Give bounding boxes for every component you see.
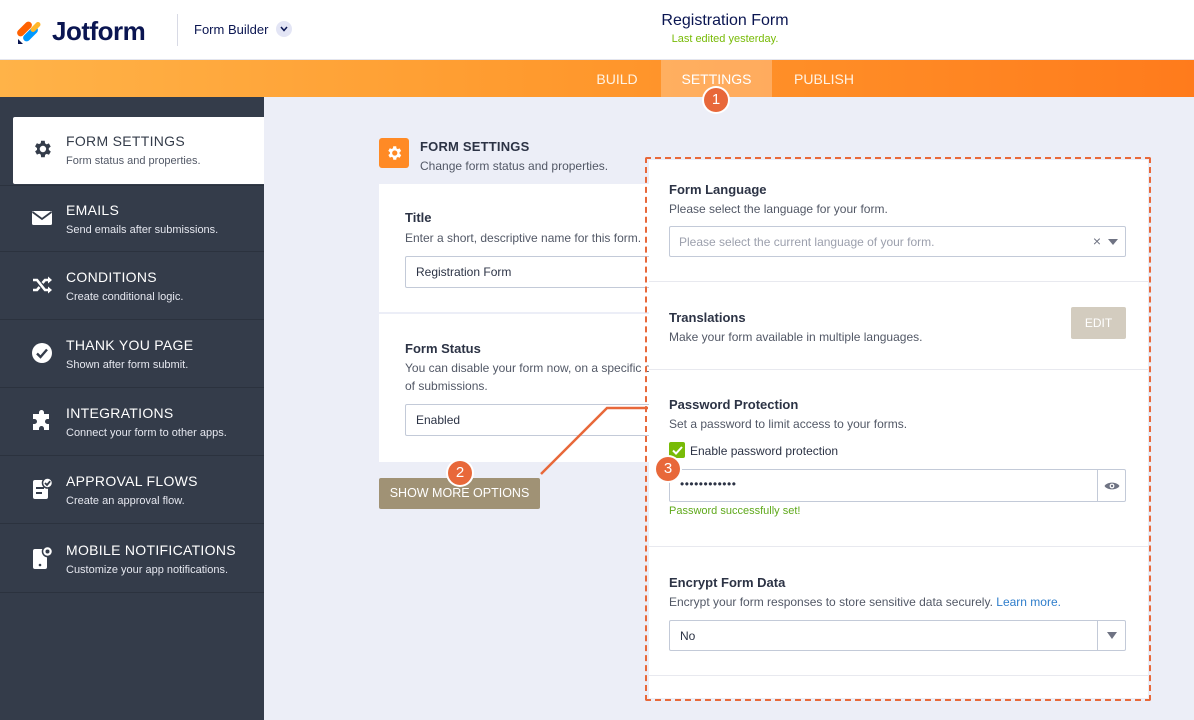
sidebar-item-desc: Shown after form submit. <box>66 359 189 371</box>
title-card: Title Enter a short, descriptive name fo… <box>379 184 669 312</box>
learn-more-link[interactable]: Learn more. <box>996 595 1061 609</box>
callout-badge-3: 3 <box>656 457 680 481</box>
caret-down-icon <box>1097 621 1125 650</box>
form-status-label: Form Status <box>405 341 481 356</box>
sidebar-item-desc: Connect your form to other apps. <box>66 427 227 439</box>
encrypt-form-data-label: Encrypt Form Data <box>669 575 786 590</box>
puzzle-icon <box>30 409 54 433</box>
form-status-description-line1: You can disable your form now, on a spec… <box>405 361 652 375</box>
sidebar-item-emails[interactable]: EMAILS Send emails after submissions. <box>0 185 264 252</box>
settings-sidebar: FORM SETTINGS Form status and properties… <box>0 97 264 720</box>
sidebar-item-title: FORM SETTINGS <box>66 133 186 149</box>
callout-badge-1: 1 <box>704 88 728 112</box>
password-input[interactable]: •••••••••••• <box>669 469 1126 502</box>
form-status-select[interactable]: Enabled <box>405 404 669 436</box>
form-language-section: Form Language Please select the language… <box>649 160 1148 282</box>
form-language-description: Please select the language for your form… <box>669 202 888 216</box>
sidebar-item-desc: Create an approval flow. <box>66 495 185 507</box>
approval-icon <box>30 477 54 501</box>
form-status-description-line2: of submissions. <box>405 379 488 393</box>
divider <box>649 369 1148 370</box>
main-tab-bar: BUILD SETTINGS PUBLISH <box>0 60 1194 97</box>
divider <box>649 546 1148 547</box>
shuffle-icon <box>30 273 54 297</box>
sidebar-item-title: MOBILE NOTIFICATIONS <box>66 542 236 558</box>
sidebar-item-title: INTEGRATIONS <box>66 405 174 421</box>
password-protection-description: Set a password to limit access to your f… <box>669 417 908 431</box>
sidebar-item-approval-flows[interactable]: APPROVAL FLOWS Create an approval flow. <box>0 457 264 524</box>
form-title: Registration Form <box>661 12 789 29</box>
language-placeholder: Please select the current language of yo… <box>679 235 935 249</box>
tab-build[interactable]: BUILD <box>575 60 659 97</box>
sidebar-item-title: APPROVAL FLOWS <box>66 473 198 489</box>
sidebar-item-conditions[interactable]: CONDITIONS Create conditional logic. <box>0 253 264 320</box>
envelope-icon <box>30 206 54 230</box>
checkmark-icon <box>671 445 683 455</box>
translations-description: Make your form available in multiple lan… <box>669 330 923 344</box>
tab-publish[interactable]: PUBLISH <box>774 60 874 97</box>
caret-down-icon <box>1108 239 1118 245</box>
title-input[interactable]: Registration Form <box>405 256 669 288</box>
title-description: Enter a short, descriptive name for this… <box>405 231 642 245</box>
sidebar-item-thank-you-page[interactable]: THANK YOU PAGE Shown after form submit. <box>0 321 264 388</box>
password-success-message: Password successfully set! <box>669 505 801 517</box>
title-label: Title <box>405 210 432 225</box>
section-title: FORM SETTINGS <box>420 139 530 154</box>
header-divider <box>177 14 178 46</box>
clear-icon[interactable]: × <box>1093 233 1101 249</box>
divider <box>649 675 1148 676</box>
enable-password-label: Enable password protection <box>690 444 839 458</box>
form-language-label: Form Language <box>669 182 767 197</box>
sidebar-item-desc: Form status and properties. <box>66 155 201 167</box>
sidebar-item-mobile-notifications[interactable]: MOBILE NOTIFICATIONS Customize your app … <box>0 526 264 593</box>
password-protection-label: Password Protection <box>669 397 799 412</box>
section-description: Change form status and properties. <box>420 159 609 173</box>
last-edited-text: Last edited yesterday. <box>671 33 779 45</box>
gear-icon <box>30 137 54 161</box>
password-masked-value: •••••••••••• <box>680 477 737 491</box>
edit-translations-button[interactable]: EDIT <box>1071 307 1126 339</box>
jotform-logo-icon <box>17 21 41 44</box>
top-header: Jotform Form Builder Registration Form L… <box>0 0 1194 60</box>
translations-label: Translations <box>669 310 746 325</box>
enable-password-checkbox[interactable] <box>669 442 685 458</box>
gear-icon <box>379 138 409 168</box>
mobile-notification-icon <box>30 546 54 570</box>
callout-badge-2: 2 <box>448 461 472 485</box>
encrypt-form-data-select[interactable]: No <box>669 620 1126 651</box>
logo-text: Jotform <box>52 16 146 46</box>
encrypt-description-text: Encrypt your form responses to store sen… <box>669 595 993 609</box>
encrypt-select-value: No <box>680 629 696 643</box>
builder-switcher[interactable]: Form Builder <box>194 21 293 37</box>
builder-label: Form Builder <box>194 21 269 37</box>
form-language-select[interactable]: Please select the current language of yo… <box>669 226 1126 257</box>
form-status-card: Form Status You can disable your form no… <box>379 314 669 462</box>
sidebar-item-title: THANK YOU PAGE <box>66 337 194 353</box>
sidebar-item-title: EMAILS <box>66 202 120 218</box>
sidebar-item-integrations[interactable]: INTEGRATIONS Connect your form to other … <box>0 389 264 456</box>
sidebar-item-desc: Send emails after submissions. <box>66 224 219 236</box>
sidebar-item-desc: Customize your app notifications. <box>66 564 229 576</box>
jotform-logo[interactable]: Jotform <box>16 16 146 47</box>
sidebar-item-title: CONDITIONS <box>66 269 157 285</box>
chevron-down-icon <box>276 21 293 37</box>
encrypt-form-data-description: Encrypt your form responses to store sen… <box>669 595 1061 609</box>
check-circle-icon <box>30 341 54 365</box>
sidebar-item-desc: Create conditional logic. <box>66 291 184 303</box>
sidebar-item-form-settings[interactable]: FORM SETTINGS Form status and properties… <box>13 117 264 184</box>
settings-detail-panel: Form Language Please select the language… <box>649 160 1148 698</box>
eye-icon[interactable] <box>1097 470 1125 501</box>
